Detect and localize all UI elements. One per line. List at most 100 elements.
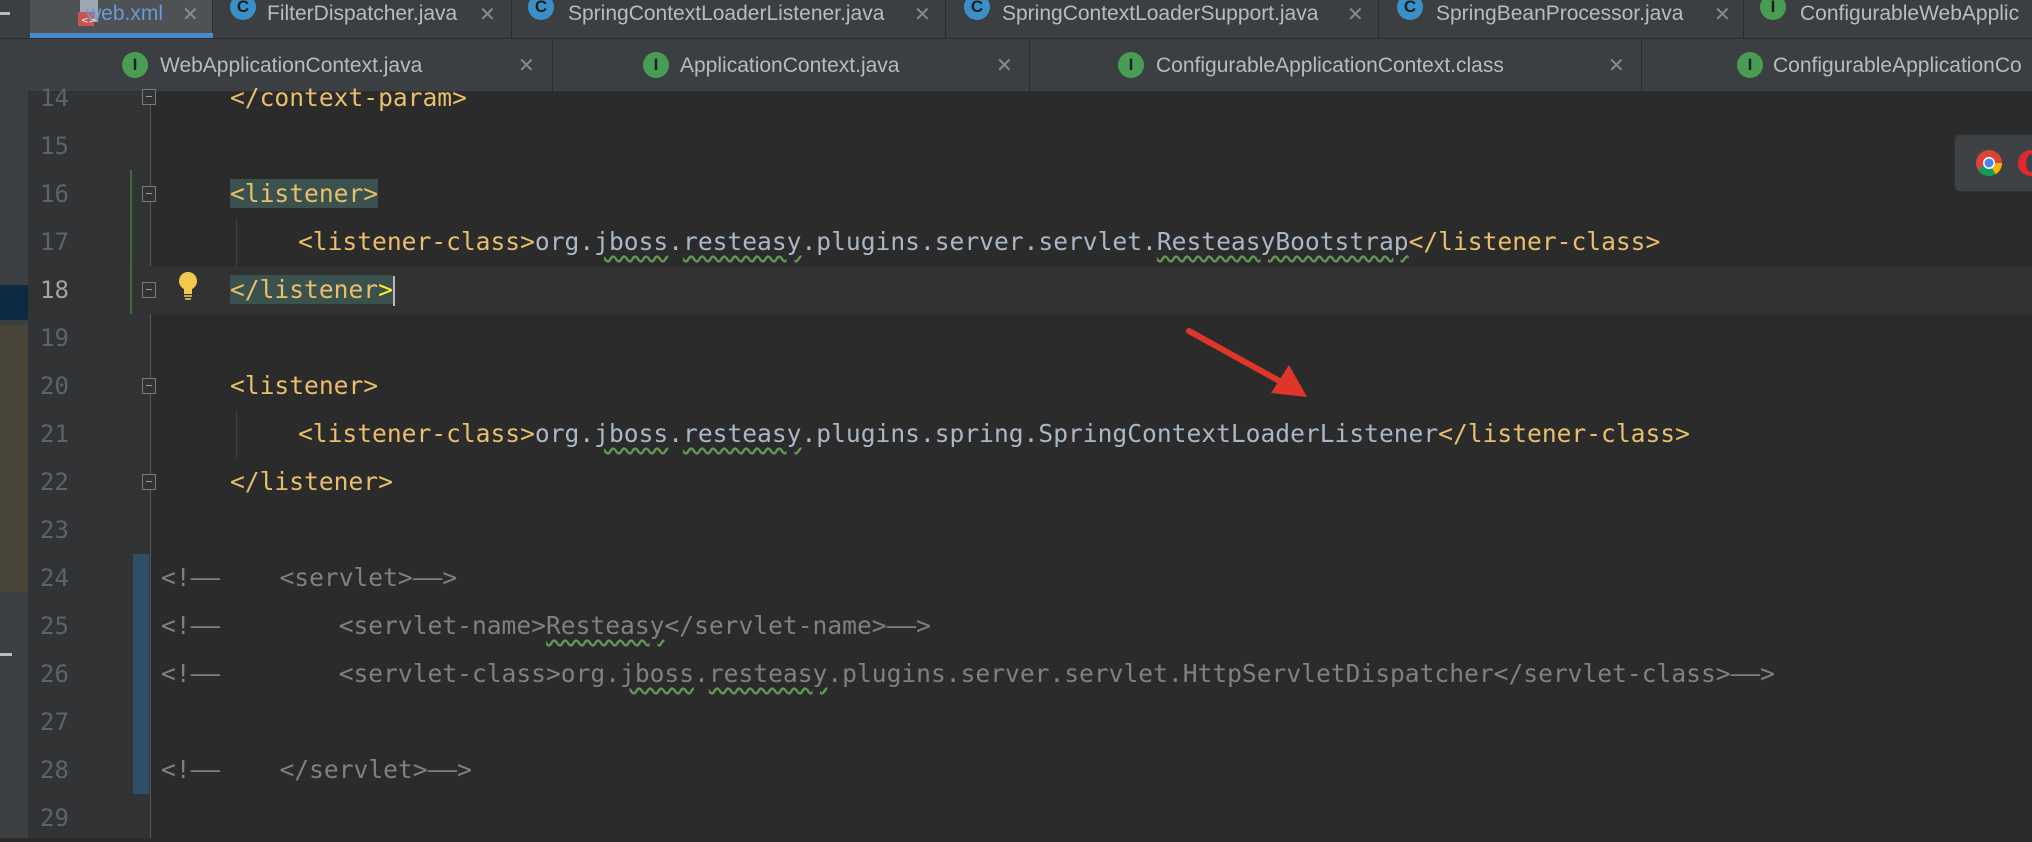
close-tab-icon[interactable]: ✕ xyxy=(914,2,931,27)
line-number: 21 xyxy=(40,420,69,448)
code-token: . xyxy=(668,227,684,256)
code-text[interactable]: <listener> xyxy=(230,362,378,410)
code-line-16: 16 <listener> xyxy=(0,170,2032,218)
xml-tag: <listener-class> xyxy=(298,419,535,448)
code-line-17: 17 <listener-class>org.jboss.resteasy.pl… xyxy=(0,218,2032,266)
tab-filter-dispatcher[interactable]: C FilterDispatcher.java ✕ xyxy=(213,0,512,38)
code-text[interactable]: </listener> xyxy=(230,458,393,506)
comment-text: .plugins.server.servlet.HttpServletDispa… xyxy=(827,659,1775,688)
tab-spring-bean-processor[interactable]: C SpringBeanProcessor.java ✕ xyxy=(1379,0,1744,38)
code-line-15: 15 xyxy=(0,122,2032,170)
line-number: 26 xyxy=(40,660,69,688)
code-line-20: 20 <listener> xyxy=(0,362,2032,410)
xml-tag: <listener-class> xyxy=(298,227,535,256)
line-number: 25 xyxy=(40,612,69,640)
line-number: 27 xyxy=(40,708,69,736)
code-line-18: 18 </listener> xyxy=(0,266,2032,314)
code-text[interactable]: <!—— </servlet>——> xyxy=(161,746,472,794)
xml-tag-matched: </listener> xyxy=(230,275,393,304)
code-line-29: 29 xyxy=(0,794,2032,842)
typo-token: ResteasyBootstrap xyxy=(1156,227,1409,256)
xml-tag: </context-param> xyxy=(230,83,467,112)
class-icon: C xyxy=(1397,0,1423,20)
code-line-21: 21 <listener-class>org.jboss.resteasy.pl… xyxy=(0,410,2032,458)
tab-label: FilterDispatcher.java xyxy=(267,2,458,25)
xml-tag: <listener> xyxy=(230,371,379,400)
line-number: 17 xyxy=(40,228,69,256)
code-token: .plugins.spring.SpringContextLoaderListe… xyxy=(801,419,1439,448)
code-token: . xyxy=(668,419,684,448)
text-caret xyxy=(392,276,395,306)
code-line-28: 28 <!—— </servlet>——> xyxy=(0,746,2032,794)
tab-label: SpringContextLoaderListener.java xyxy=(568,2,885,25)
code-text[interactable]: <!—— <servlet-class>org.jboss.resteasy.p… xyxy=(161,650,1775,698)
code-line-25: 25 <!—— <servlet-name>Resteasy</servlet-… xyxy=(0,602,2032,650)
tab-label: SpringBeanProcessor.java xyxy=(1436,2,1684,25)
class-icon: C xyxy=(528,0,554,20)
tab-spring-context-loader-listener[interactable]: C SpringContextLoaderListener.java ✕ xyxy=(512,0,946,38)
code-token: org. xyxy=(534,227,595,256)
code-line-23: 23 xyxy=(0,506,2032,554)
line-number: 23 xyxy=(40,516,69,544)
close-tab-icon[interactable]: ✕ xyxy=(1347,2,1364,27)
code-text[interactable]: <listener-class>org.jboss.resteasy.plugi… xyxy=(298,218,1660,266)
close-tab-icon[interactable]: ✕ xyxy=(1714,2,1731,27)
code-text[interactable]: </context-param> xyxy=(230,74,467,122)
interface-icon: I xyxy=(1760,0,1786,20)
tag-text: </listener xyxy=(230,275,379,304)
red-arrow-annotation xyxy=(1186,328,1307,397)
code-token: org. xyxy=(534,419,595,448)
active-tab-indicator xyxy=(30,33,213,38)
comment-text: <servlet>——> xyxy=(220,563,458,592)
code-text[interactable]: <listener> xyxy=(230,170,379,218)
typo-token: jboss xyxy=(594,227,669,256)
xml-tag: </listener> xyxy=(230,467,393,496)
typo-token: jboss xyxy=(620,659,695,688)
opera-icon[interactable] xyxy=(2017,149,2032,177)
close-tab-icon[interactable]: ✕ xyxy=(182,2,199,27)
code-line-14: 14 </context-param> xyxy=(0,74,2032,122)
line-number: 24 xyxy=(40,564,69,592)
line-number: 19 xyxy=(40,324,69,352)
code-line-27: 27 xyxy=(0,698,2032,746)
tab-configurable-web-application-context[interactable]: I ConfigurableWebApplic xyxy=(1744,0,2032,38)
xml-tag: </listener-class> xyxy=(1408,227,1661,256)
class-icon: C xyxy=(964,0,990,20)
code-line-22: 22 </listener> xyxy=(0,458,2032,506)
code-line-26: 26 <!—— <servlet-class>org.jboss.resteas… xyxy=(0,650,2032,698)
code-text[interactable]: <!—— <servlet>——> xyxy=(161,554,457,602)
tab-label: web.xml xyxy=(86,2,164,25)
chrome-icon[interactable] xyxy=(1975,149,2003,177)
comment-prefix: <!—— xyxy=(161,755,221,784)
line-number: 14 xyxy=(40,84,69,112)
comment-prefix: <!—— xyxy=(161,563,221,592)
line-number: 15 xyxy=(40,132,69,160)
code-text[interactable]: <!—— <servlet-name>Resteasy</servlet-nam… xyxy=(161,602,931,650)
comment-prefix: <!—— xyxy=(161,611,221,640)
typo-token: Resteasy xyxy=(545,611,665,640)
comment-text: </servlet>——> xyxy=(220,755,472,784)
line-number: 16 xyxy=(40,180,69,208)
code-text[interactable]: <listener-class>org.jboss.resteasy.plugi… xyxy=(298,410,1690,458)
line-number: 20 xyxy=(40,372,69,400)
code-line-19: 19 xyxy=(0,314,2032,362)
close-tab-icon[interactable]: ✕ xyxy=(479,2,496,27)
line-number: 28 xyxy=(40,756,69,784)
code-token: .plugins.server.servlet. xyxy=(801,227,1157,256)
typo-token: resteasy xyxy=(708,659,828,688)
code-line-24: 24 <!—— <servlet>——> xyxy=(0,554,2032,602)
xml-tag: </listener-class> xyxy=(1438,419,1690,448)
comment-text: <servlet-class>org. xyxy=(220,659,621,688)
typo-token: resteasy xyxy=(683,419,802,448)
comment-prefix: <!—— xyxy=(161,659,221,688)
class-icon: C xyxy=(230,0,256,20)
line-number: 29 xyxy=(40,804,69,832)
comment-text: . xyxy=(694,659,709,688)
comment-text: </servlet-name>——> xyxy=(664,611,931,640)
typo-token: resteasy xyxy=(683,227,802,256)
code-text[interactable]: </listener> xyxy=(230,266,395,314)
comment-text: <servlet-name> xyxy=(220,611,546,640)
tab-spring-context-loader-support[interactable]: C SpringContextLoaderSupport.java ✕ xyxy=(946,0,1379,38)
window-minimize-mark xyxy=(0,12,10,15)
tab-label: ConfigurableWebApplic xyxy=(1800,2,2020,25)
